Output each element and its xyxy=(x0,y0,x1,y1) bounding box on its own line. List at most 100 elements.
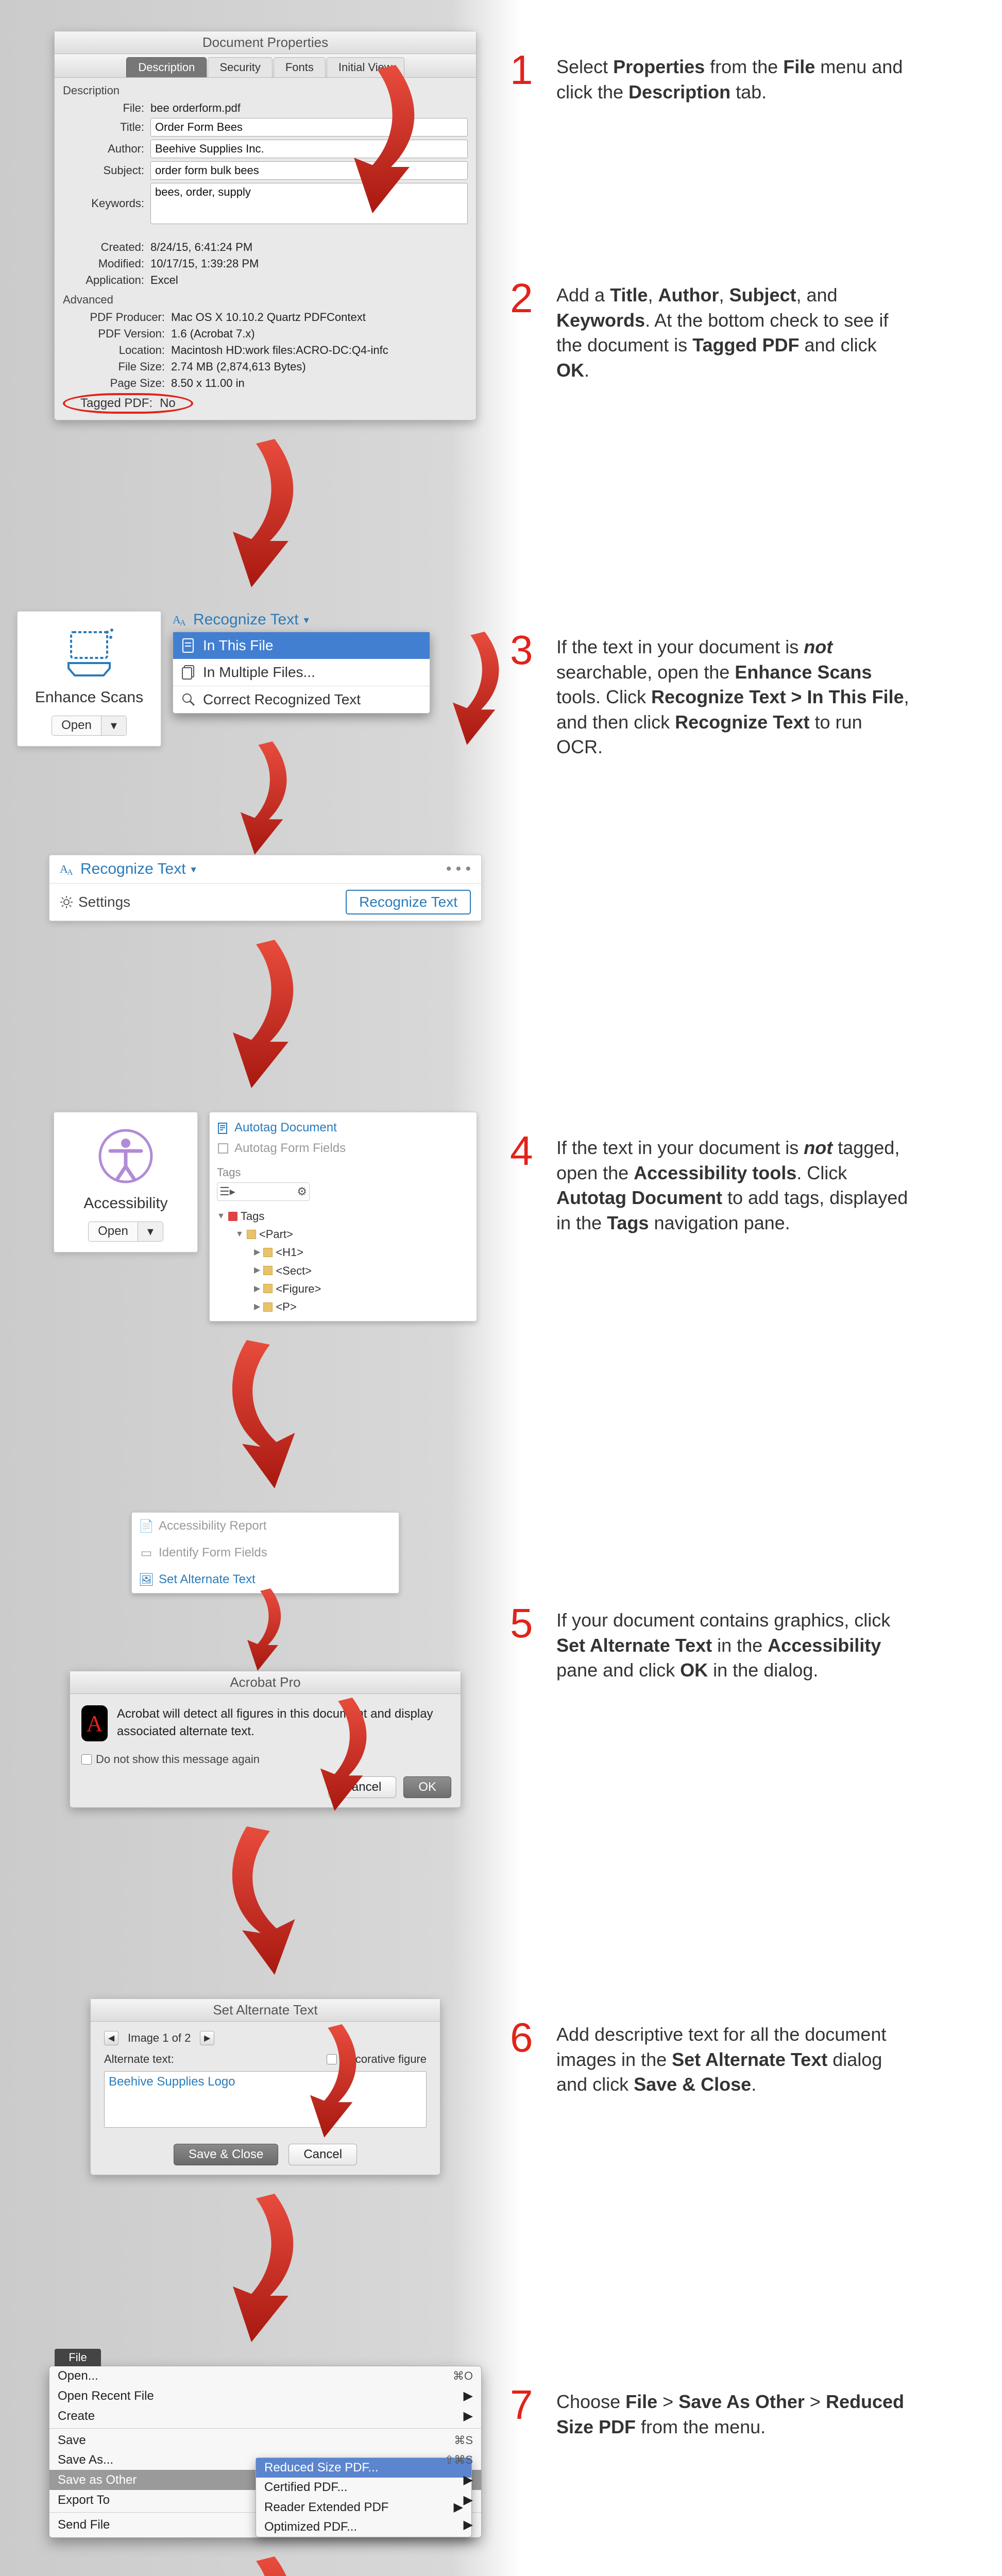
step-4-text: If the text in your document is not tagg… xyxy=(556,1132,912,1235)
submenu-reduced-size[interactable]: Reduced Size PDF... xyxy=(256,2458,471,2478)
tab-security[interactable]: Security xyxy=(208,57,272,77)
arrow-icon xyxy=(309,1698,381,1811)
pagesize-label: Page Size: xyxy=(63,377,171,390)
form-icon xyxy=(217,1142,229,1155)
modified-label: Modified: xyxy=(63,257,150,270)
step-number: 3 xyxy=(510,632,556,760)
gear-icon xyxy=(60,895,73,909)
menu-create[interactable]: Create▶ xyxy=(49,2406,481,2426)
file-menu-label[interactable]: File xyxy=(55,2349,101,2366)
more-icon[interactable]: • • • xyxy=(446,860,471,878)
save-close-button[interactable]: Save & Close xyxy=(174,2144,278,2165)
submenu-reader-extended[interactable]: Reader Extended PDF▶ xyxy=(256,2497,471,2517)
submenu-optimized[interactable]: Optimized PDF... xyxy=(256,2517,471,2537)
enhance-scans-tool[interactable]: Enhance Scans Open▾ xyxy=(17,611,161,747)
pagesize-value: 8.50 x 11.00 in xyxy=(171,377,245,390)
step-2-text: Add a Title, Author, Subject, and Keywor… xyxy=(556,280,912,383)
arrow-icon xyxy=(219,2191,312,2345)
panel-title: Document Properties xyxy=(55,31,476,54)
menu-in-this-file[interactable]: In This File xyxy=(173,632,430,659)
tab-description[interactable]: Description xyxy=(126,57,207,77)
tree-part[interactable]: ▼<Part> xyxy=(217,1225,469,1243)
filesize-value: 2.74 MB (2,874,613 Bytes) xyxy=(171,360,306,374)
accessibility-actions-list: 📄Accessibility Report ▭Identify Form Fie… xyxy=(131,1512,399,1594)
step-number: 7 xyxy=(510,2386,556,2439)
ok-button[interactable]: OK xyxy=(403,1776,451,1798)
alt-text-icon: 🖼 xyxy=(140,1573,152,1586)
alt-text-input[interactable]: Beehive Supplies Logo xyxy=(104,2071,427,2128)
dialog-title: Acrobat Pro xyxy=(70,1671,461,1694)
menu-open[interactable]: Open...⌘O xyxy=(49,2366,481,2386)
tagged-label: Tagged PDF: xyxy=(80,396,152,411)
settings-link[interactable]: Settings xyxy=(60,890,130,914)
toolbar-title: Recognize Text xyxy=(80,860,186,878)
arrow-icon xyxy=(219,2553,312,2576)
pages-icon xyxy=(181,665,196,680)
autotag-form-button: Autotag Form Fields xyxy=(217,1138,469,1159)
form-icon: ▭ xyxy=(140,1547,152,1559)
arrow-icon xyxy=(299,2024,371,2138)
tree-p[interactable]: ▶<P> xyxy=(217,1298,469,1316)
tree-h1[interactable]: ▶<H1> xyxy=(217,1243,469,1261)
title-label: Title: xyxy=(63,121,150,134)
set-alternate-text-dialog: Set Alternate Text ◀ Image 1 of 2 ▶ Alte… xyxy=(90,1998,440,2175)
arrow-icon xyxy=(219,1823,312,1978)
arrow-icon xyxy=(219,436,312,590)
dont-show-checkbox[interactable]: Do not show this message again xyxy=(70,1753,461,1771)
tagged-pdf-highlight: Tagged PDF: No xyxy=(63,393,193,414)
tree-root[interactable]: ▼Tags xyxy=(217,1207,469,1225)
menu-correct-text[interactable]: Correct Recognized Text xyxy=(173,686,430,713)
filesize-label: File Size: xyxy=(63,360,171,374)
recognize-text-button[interactable]: Recognize Text xyxy=(346,890,471,914)
submenu-certified[interactable]: Certified PDF... xyxy=(256,2478,471,2497)
producer-label: PDF Producer: xyxy=(63,311,171,324)
report-icon: 📄 xyxy=(140,1520,152,1532)
arrow-icon xyxy=(229,741,301,855)
location-label: Location: xyxy=(63,344,171,357)
prev-image-button[interactable]: ◀ xyxy=(104,2031,118,2045)
open-dropdown[interactable]: Open▾ xyxy=(88,1222,163,1242)
tags-toolbar[interactable]: ☰▸⚙ xyxy=(217,1182,310,1201)
tab-fonts[interactable]: Fonts xyxy=(274,57,326,77)
step-5-text: If your document contains graphics, clic… xyxy=(556,1605,912,1683)
text-icon: AA xyxy=(173,612,188,628)
recognize-text-header[interactable]: AA Recognize Text ▾ xyxy=(173,611,430,629)
accessibility-report-item: 📄Accessibility Report xyxy=(132,1513,399,1539)
tags-heading: Tags xyxy=(217,1166,469,1179)
file-value: bee orderform.pdf xyxy=(150,101,241,115)
modified-value: 10/17/15, 1:39:28 PM xyxy=(150,257,259,270)
tree-sect[interactable]: ▶<Sect> xyxy=(217,1262,469,1280)
tags-tree: ▼Tags ▼<Part> ▶<H1> ▶<Sect> ▶<Figure> ▶<… xyxy=(217,1207,469,1316)
file-label: File: xyxy=(63,101,150,115)
tool-name: Enhance Scans xyxy=(35,689,143,706)
tree-figure[interactable]: ▶<Figure> xyxy=(217,1280,469,1298)
menu-open-recent[interactable]: Open Recent File▶ xyxy=(49,2386,481,2406)
autotag-document-button[interactable]: Autotag Document xyxy=(217,1117,469,1138)
accessibility-panel: Autotag Document Autotag Form Fields Tag… xyxy=(209,1112,477,1321)
next-image-button[interactable]: ▶ xyxy=(200,2031,214,2045)
application-value: Excel xyxy=(150,274,178,287)
step-3-text: If the text in your document is not sear… xyxy=(556,632,912,760)
recognize-text-toolbar: AA Recognize Text ▾ • • • Settings Recog… xyxy=(49,855,482,921)
tagged-value: No xyxy=(160,396,176,411)
magnify-icon xyxy=(181,692,196,707)
accessibility-tool[interactable]: Accessibility Open▾ xyxy=(54,1112,198,1252)
cancel-button[interactable]: Cancel xyxy=(288,2144,357,2165)
step-7-text: Choose File > Save As Other > Reduced Si… xyxy=(556,2386,912,2439)
menu-multiple-files[interactable]: In Multiple Files... xyxy=(173,659,430,686)
open-dropdown[interactable]: Open▾ xyxy=(52,716,127,736)
menu-save[interactable]: Save⌘S xyxy=(49,2431,481,2450)
author-label: Author: xyxy=(63,142,150,156)
page-icon xyxy=(181,638,196,653)
svg-text:A: A xyxy=(180,619,186,628)
text-icon: AA xyxy=(60,861,75,877)
step-number: 5 xyxy=(510,1605,556,1683)
image-counter: Image 1 of 2 xyxy=(128,2031,191,2045)
created-value: 8/24/15, 6:41:24 PM xyxy=(150,241,252,254)
arrow-icon xyxy=(219,937,312,1091)
arrow-icon xyxy=(441,632,514,745)
file-menu: File Open...⌘O Open Recent File▶ Create▶… xyxy=(49,2366,482,2538)
save-as-other-submenu: Reduced Size PDF... Certified PDF... Rea… xyxy=(256,2458,472,2537)
version-value: 1.6 (Acrobat 7.x) xyxy=(171,327,255,341)
step-1-text: Select Properties from the File menu and… xyxy=(556,52,912,105)
